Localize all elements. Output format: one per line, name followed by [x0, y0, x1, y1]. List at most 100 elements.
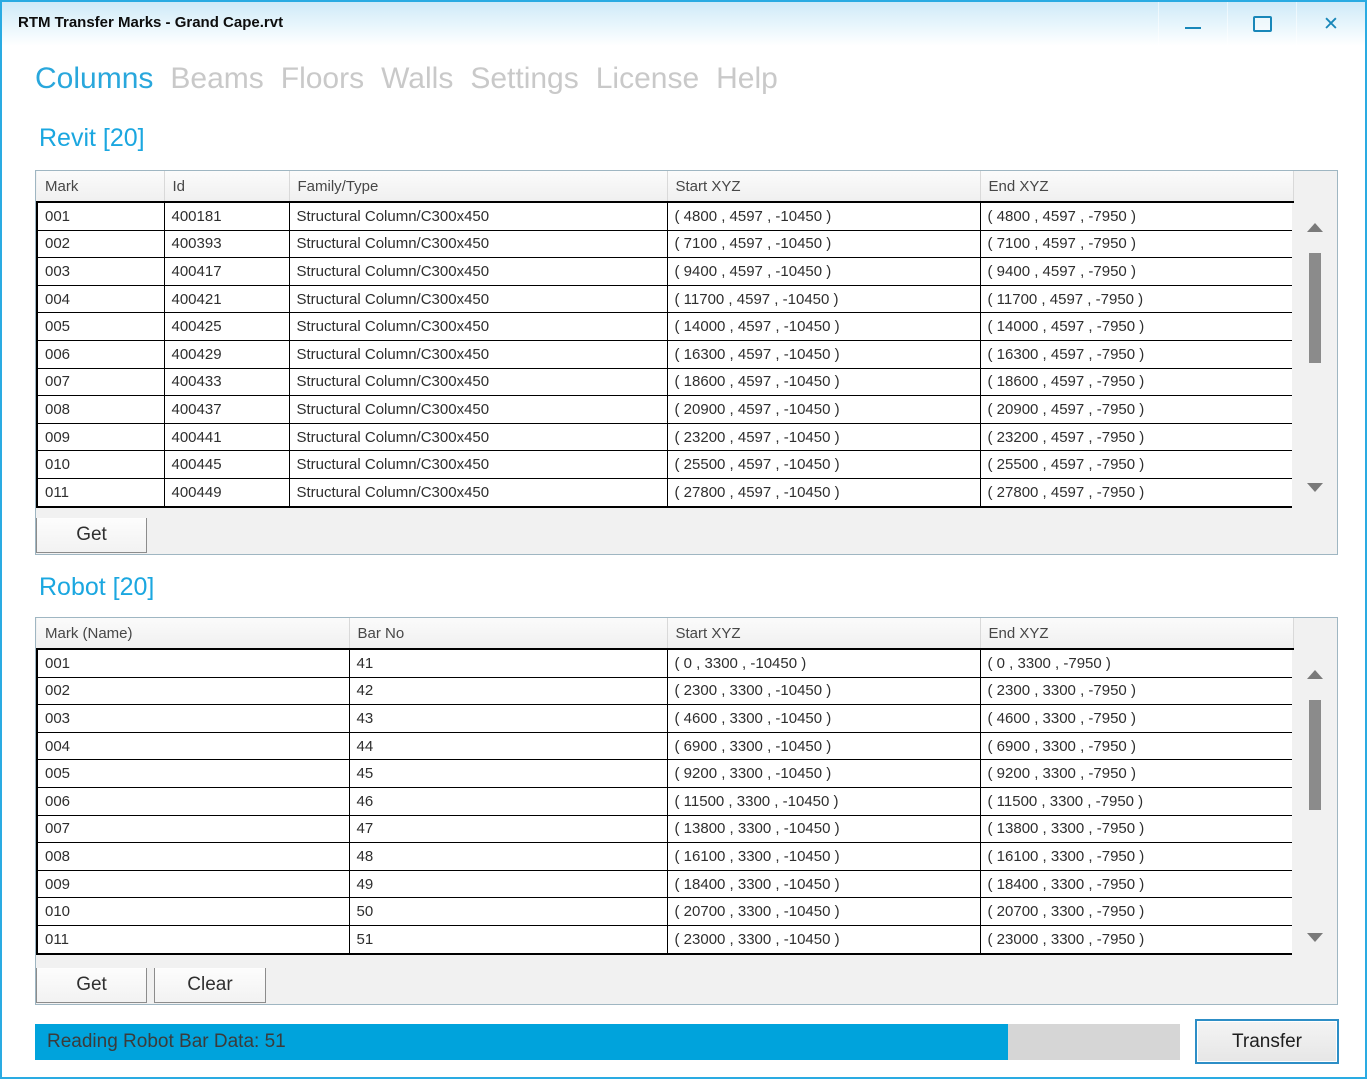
robot-scrollbar-track[interactable] — [1292, 650, 1337, 1004]
window-controls: ✕ — [1158, 2, 1365, 46]
table-cell: 51 — [348, 924, 668, 955]
table-cell: ( 23200 , 4597 , -7950 ) — [979, 422, 1294, 452]
table-cell: 400425 — [163, 312, 290, 341]
column-header[interactable]: Start XYZ — [667, 618, 981, 650]
table-cell: ( 7100 , 4597 , -7950 ) — [979, 229, 1294, 259]
column-header[interactable]: End XYZ — [980, 618, 1294, 650]
column-header[interactable]: Mark — [37, 171, 165, 203]
minimize-icon — [1185, 27, 1201, 29]
tab-walls[interactable]: Walls — [381, 62, 453, 96]
transfer-button[interactable]: Transfer — [1195, 1019, 1339, 1064]
column-header[interactable]: Id — [164, 171, 290, 203]
close-button[interactable]: ✕ — [1296, 2, 1365, 46]
table-row[interactable]: 011 51( 23000 , 3300 , -10450 )( 23000 , … — [36, 924, 1294, 955]
robot-scroll-down-icon[interactable] — [1306, 933, 1323, 942]
table-cell: 005 — [36, 312, 165, 341]
table-cell: 50 — [348, 897, 668, 926]
table-cell: 400433 — [163, 367, 290, 397]
table-row[interactable]: 001 41( 0 , 3300 , -10450 )( 0 , 3300 , -… — [36, 648, 1294, 678]
tab-settings[interactable]: Settings — [470, 62, 578, 96]
robot-tabstrip: Get Clear — [36, 968, 1337, 1004]
table-cell: 011 — [36, 924, 350, 955]
column-header[interactable]: Bar No — [349, 618, 668, 650]
table-row[interactable]: 004 44( 6900 , 3300 , -10450 )( 6900 , 33… — [36, 731, 1294, 761]
table-cell: 009 — [36, 422, 165, 452]
robot-get-button[interactable]: Get — [36, 968, 147, 1003]
table-cell: 004 — [36, 731, 350, 761]
minimize-button[interactable] — [1158, 2, 1227, 46]
table-cell: ( 20900 , 4597 , -7950 ) — [979, 395, 1294, 424]
revit-get-button[interactable]: Get — [36, 518, 147, 553]
table-row[interactable]: 007 47( 13800 , 3300 , -10450 )( 13800 , … — [36, 814, 1294, 844]
robot-section-label: Robot [20] — [39, 573, 155, 601]
table-row[interactable]: 003 43( 4600 , 3300 , -10450 )( 4600 , 33… — [36, 704, 1294, 733]
tab-beams[interactable]: Beams — [170, 62, 263, 96]
titlebar: RTM Transfer Marks - Grand Cape.rvt ✕ — [2, 2, 1365, 46]
table-cell: ( 25500 , 4597 , -10450 ) — [666, 450, 981, 479]
table-cell: Structural Column/C300x450 — [288, 367, 668, 397]
revit-scroll-down-icon[interactable] — [1306, 483, 1323, 492]
robot-scroll-up-icon[interactable] — [1306, 670, 1323, 679]
column-header[interactable]: End XYZ — [980, 171, 1294, 203]
robot-scroll-thumb[interactable] — [1308, 700, 1321, 810]
tab-license[interactable]: License — [596, 62, 699, 96]
table-cell: 42 — [348, 676, 668, 706]
table-cell: ( 2300 , 3300 , -10450 ) — [666, 676, 981, 706]
table-cell: 400429 — [163, 339, 290, 369]
table-row[interactable]: 006 400429 Structural Column/C300x450( 163… — [36, 339, 1294, 369]
table-cell: 400437 — [163, 395, 290, 424]
table-row[interactable]: 005 45( 9200 , 3300 , -10450 )( 9200 , 33… — [36, 759, 1294, 788]
table-row[interactable]: 002 42( 2300 , 3300 , -10450 )( 2300 , 33… — [36, 676, 1294, 706]
column-header[interactable]: Family/Type — [289, 171, 668, 203]
table-cell: 003 — [36, 704, 350, 733]
tab-floors[interactable]: Floors — [281, 62, 364, 96]
robot-clear-button[interactable]: Clear — [154, 968, 266, 1003]
revit-scroll-up-icon[interactable] — [1306, 223, 1323, 232]
table-row[interactable]: 003 400417 Structural Column/C300x450( 940… — [36, 257, 1294, 286]
window-title: RTM Transfer Marks - Grand Cape.rvt — [18, 14, 284, 31]
table-cell: Structural Column/C300x450 — [288, 422, 668, 452]
table-cell: ( 9400 , 4597 , -10450 ) — [666, 257, 981, 286]
column-header[interactable]: Mark (Name) — [37, 618, 350, 650]
table-row[interactable]: 001 400181 Structural Column/C300x450( 480… — [36, 201, 1294, 231]
table-cell: ( 18600 , 4597 , -7950 ) — [979, 367, 1294, 397]
table-row[interactable]: 010 50( 20700 , 3300 , -10450 )( 20700 , … — [36, 897, 1294, 926]
table-cell: 002 — [36, 229, 165, 259]
tab-columns[interactable]: Columns — [35, 62, 153, 96]
revit-scrollbar-track[interactable] — [1292, 203, 1337, 554]
table-cell: ( 9200 , 3300 , -10450 ) — [666, 759, 981, 788]
table-row[interactable]: 006 46( 11500 , 3300 , -10450 )( 11500 , … — [36, 786, 1294, 816]
table-cell: ( 23200 , 4597 , -10450 ) — [666, 422, 981, 452]
revit-section-label: Revit [20] — [39, 124, 145, 152]
table-row[interactable]: 005 400425 Structural Column/C300x450( 140… — [36, 312, 1294, 341]
table-cell: 010 — [36, 897, 350, 926]
table-row[interactable]: 007 400433 Structural Column/C300x450 ( 186… — [36, 367, 1294, 397]
table-cell: 47 — [348, 814, 668, 844]
table-cell: ( 4800 , 4597 , -7950 ) — [979, 201, 1294, 231]
table-cell: ( 18400 , 3300 , -7950 ) — [979, 869, 1294, 899]
table-row[interactable]: 009 49( 18400 , 3300 , -10450 )( 18400 , … — [36, 869, 1294, 899]
revit-scroll-thumb[interactable] — [1308, 253, 1321, 363]
table-row[interactable]: 009 400441 Structural Column/C300x450( 232… — [36, 422, 1294, 452]
tab-help[interactable]: Help — [716, 62, 778, 96]
table-row[interactable]: 008 48( 16100 , 3300 , -10450 )( 16100 , … — [36, 842, 1294, 871]
table-cell: 008 — [36, 395, 165, 424]
maximize-button[interactable] — [1227, 2, 1296, 46]
table-cell: ( 11700 , 4597 , -10450 ) — [666, 284, 981, 314]
table-row[interactable]: 004 400421 Structural Column/C300x450( 117… — [36, 284, 1294, 314]
table-cell: 007 — [36, 814, 350, 844]
table-row[interactable]: 011 400449 Structural Column/C300x450( 278… — [36, 477, 1294, 508]
table-cell: ( 20700 , 3300 , -10450 ) — [666, 897, 981, 926]
table-cell: 004 — [36, 284, 165, 314]
table-row[interactable]: 010 400445 Structural Column/C300x450( 255… — [36, 450, 1294, 479]
table-cell: 400181 — [163, 201, 290, 231]
revit-section: Mark Id Family/Type Start XYZ End XYZ 001 400… — [35, 170, 1338, 555]
table-row[interactable]: 008 400437 Structural Column/C300x450( 209… — [36, 395, 1294, 424]
table-cell: 008 — [36, 842, 350, 871]
table-cell: Structural Column/C300x450 — [288, 339, 668, 369]
table-cell: ( 6900 , 3300 , -7950 ) — [979, 731, 1294, 761]
table-row[interactable]: 002 400393 Structural Column/C300x450( 710… — [36, 229, 1294, 259]
table-cell: ( 11500 , 3300 , -7950 ) — [979, 786, 1294, 816]
table-cell: 007 — [36, 367, 165, 397]
column-header[interactable]: Start XYZ — [667, 171, 981, 203]
